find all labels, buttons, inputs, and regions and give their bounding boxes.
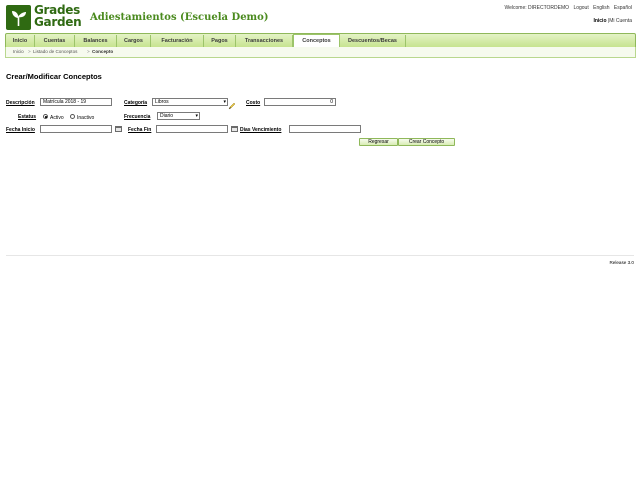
- release-label: Release 3.0: [609, 260, 634, 265]
- dias-vencimiento-input[interactable]: [289, 125, 361, 133]
- nav-tab-facturacion[interactable]: Facturación: [151, 35, 204, 47]
- estatus-label: Estatus: [18, 114, 37, 120]
- logo-wordmark[interactable]: Grades Garden: [34, 4, 82, 28]
- chevron-down-icon: ▾: [195, 113, 198, 119]
- estatus-inactivo-radio[interactable]: [70, 114, 75, 119]
- pencil-edit-icon[interactable]: [228, 97, 236, 110]
- nav-tab-descuentos-becas[interactable]: Descuentos/Becas: [340, 35, 406, 47]
- welcome-text: Welcome: DIRECTORDEMO: [504, 5, 570, 11]
- nav-tab-balances[interactable]: Balances: [75, 35, 117, 47]
- frecuencia-select[interactable]: Diario ▾: [157, 112, 200, 120]
- nav-tab-cuentas[interactable]: Cuentas: [35, 35, 75, 47]
- calendar-icon[interactable]: [115, 126, 122, 132]
- nav-tab-pagos[interactable]: Pagos: [204, 35, 236, 47]
- calendar-icon[interactable]: [231, 126, 238, 132]
- account-links: Inicio |Mi Cuenta: [593, 18, 632, 24]
- dias-vencimiento-label: Dias Vencimiento: [240, 127, 282, 133]
- breadcrumb-separator: >: [87, 49, 90, 54]
- page-title: Crear/Modificar Conceptos: [6, 72, 102, 81]
- create-concept-button[interactable]: Crear Concepto: [398, 138, 455, 146]
- costo-input[interactable]: 0: [264, 98, 336, 106]
- footer-divider: [6, 255, 634, 256]
- descripcion-input[interactable]: Matrícula 2018 - 19: [40, 98, 112, 106]
- logout-link[interactable]: Logout: [573, 5, 588, 11]
- estatus-activo-radio[interactable]: [43, 114, 48, 119]
- back-button[interactable]: Regresar: [359, 138, 398, 146]
- fecha-fin-label: Fecha Fin: [128, 127, 152, 133]
- my-account-link[interactable]: Mi Cuenta: [609, 18, 632, 24]
- costo-label: Costo: [246, 100, 261, 106]
- spanish-link[interactable]: Español: [614, 5, 632, 11]
- estatus-inactivo-label: Inactivo: [77, 115, 95, 121]
- breadcrumb-inicio[interactable]: Inicio: [13, 47, 24, 57]
- breadcrumb-separator: >: [28, 49, 31, 54]
- breadcrumb-listado-conceptos[interactable]: Listado de Conceptos: [33, 47, 77, 57]
- categoria-select[interactable]: Libros ▾: [152, 98, 228, 106]
- nav-tab-cargos[interactable]: Cargos: [117, 35, 151, 47]
- categoria-label: Categoría: [124, 100, 148, 106]
- breadcrumb-concepto: Concepto: [92, 49, 114, 54]
- estatus-activo-label: Activo: [50, 115, 64, 121]
- descripcion-label: Descripción: [6, 100, 35, 106]
- home-link[interactable]: Inicio: [593, 18, 606, 24]
- categoria-selected-value: Libros: [155, 99, 169, 105]
- breadcrumb: Inicio > Listado de Conceptos > Concepto: [5, 47, 636, 58]
- frecuencia-selected-value: Diario: [160, 113, 174, 119]
- top-links: Welcome: DIRECTORDEMO Logout English Esp…: [502, 5, 633, 11]
- school-title: Adiestamientos (Escuela Demo): [90, 12, 269, 23]
- sprout-logo-icon: [6, 5, 31, 30]
- english-link[interactable]: English: [593, 5, 609, 11]
- nav-tab-transacciones[interactable]: Transacciones: [236, 35, 293, 47]
- fecha-inicio-input[interactable]: [40, 125, 112, 133]
- nav-tab-inicio[interactable]: Inicio: [6, 35, 35, 47]
- frecuencia-label: Frecuencia: [124, 114, 151, 120]
- chevron-down-icon: ▾: [223, 99, 226, 105]
- header: Grades Garden Adiestamientos (Escuela De…: [0, 0, 640, 34]
- fecha-fin-input[interactable]: [156, 125, 228, 133]
- fecha-inicio-label: Fecha Inicio: [6, 127, 35, 133]
